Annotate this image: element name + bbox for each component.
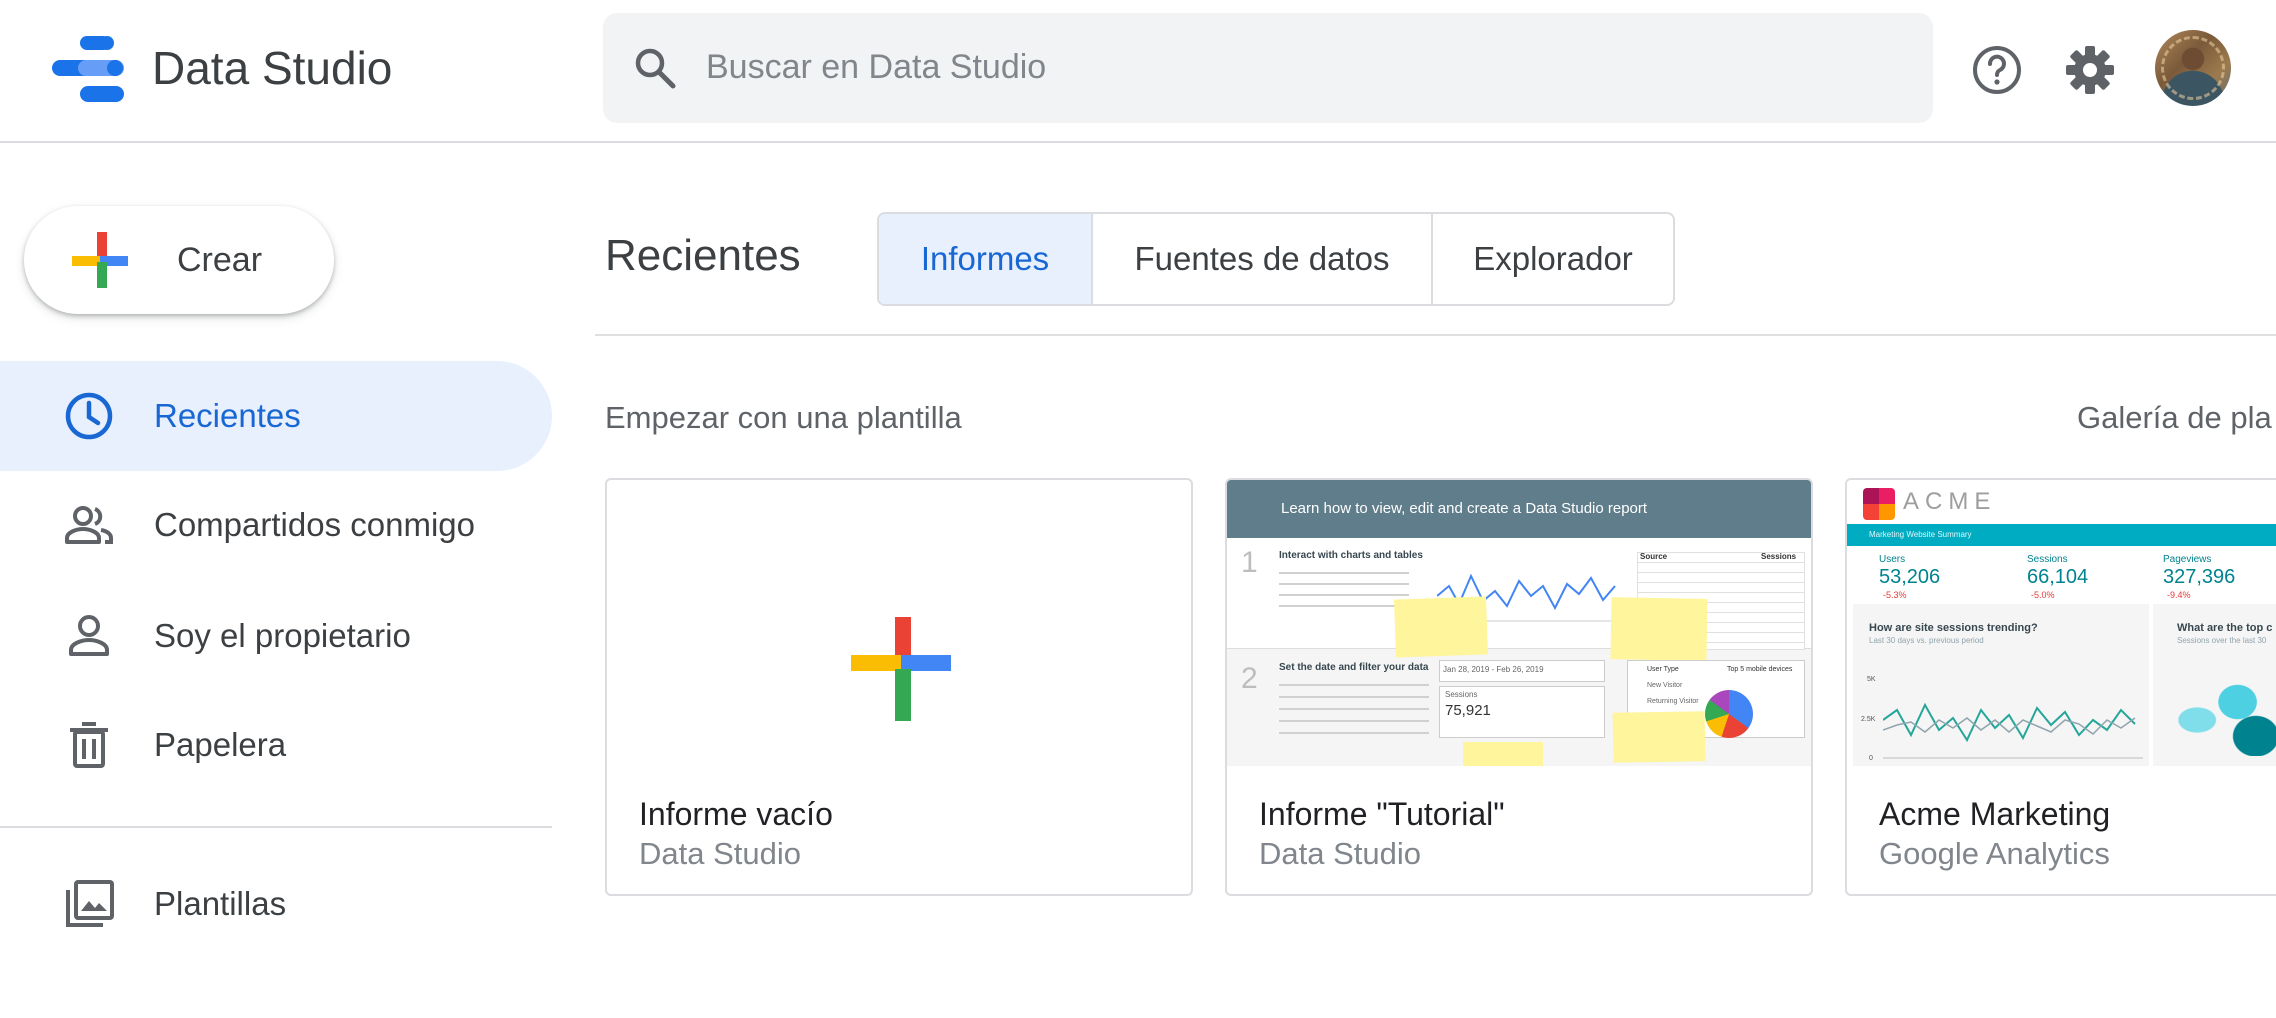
preview-table-header-source: Source [1640,552,1668,561]
card-subtitle: Data Studio [1259,836,1421,871]
preview-header-text: Learn how to view, edit and create a Dat… [1281,500,1648,517]
preview-filter-title: User Type [1647,666,1679,673]
acme-brand: ACME [1903,488,1997,515]
search-bar[interactable]: Buscar en Data Studio [603,13,1933,123]
preview-filter-option: New Visitor [1647,682,1683,689]
acme-question-sub: Last 30 days vs. previous period [1869,636,1984,645]
preview-table-header-sessions: Sessions [1761,552,1797,561]
y-tick-label: 0 [1869,755,1873,762]
preview-sticky-note [1394,596,1488,658]
sidebar-item-label: Compartidos conmigo [154,506,475,543]
metric-value: 66,104 [2027,566,2089,588]
settings-gear-icon[interactable] [2064,44,2116,96]
tab-explorador[interactable]: Explorador [1433,214,1673,304]
preview-filter-option: Returning Visitor [1647,698,1699,705]
create-button-label: Crear [177,241,263,279]
y-tick-label: 5K [1867,676,1876,683]
preview-text-lines [1279,568,1409,608]
card-subtitle: Google Analytics [1879,836,2110,871]
sidebar-item-papelera[interactable]: Papelera [0,690,552,800]
template-card-acme[interactable]: ACME Marketing Website Summary Users 53,… [1845,478,2276,896]
search-input[interactable]: Buscar en Data Studio [706,45,1046,89]
metric-value: 327,396 [2163,566,2236,588]
preview-step1-title: Interact with charts and tables [1279,550,1423,561]
template-card-blank[interactable]: Informe vacío Data Studio [605,478,1193,896]
clock-icon [65,392,113,440]
template-gallery-link[interactable]: Galería de pla [2077,396,2272,440]
help-icon[interactable] [1971,44,2023,96]
templates-icon [66,880,114,927]
tab-fuentes-de-datos[interactable]: Fuentes de datos [1093,214,1433,304]
preview-sticky-note [1610,597,1708,661]
people-icon [65,506,113,544]
avatar-image [2161,36,2225,100]
metric-label: Users [1879,554,1906,565]
preview-sticky-note [1612,711,1706,763]
metric-value: 53,206 [1879,566,1941,588]
plus-icon [851,617,951,721]
app-title: Data Studio [152,42,393,94]
preview-date-range-text: Jan 28, 2019 - Feb 26, 2019 [1443,665,1544,674]
preview-pie-chart [1705,690,1753,738]
card-thumbnail: Learn how to view, edit and create a Dat… [1227,480,1811,766]
templates-heading: Empezar con una plantilla [605,400,962,435]
sidebar-item-label: Plantillas [154,885,287,922]
card-title: Acme Marketing [1879,796,2111,832]
metric-delta: -9.4% [2167,590,2191,600]
preview-step-number: 2 [1241,662,1258,695]
search-icon[interactable] [633,46,677,90]
card-thumbnail: ACME Marketing Website Summary Users 53,… [1847,480,2276,766]
preview-step-number: 1 [1241,546,1258,579]
tab-informes[interactable]: Informes [879,214,1093,304]
acme-map [2177,666,2276,756]
sidebar-item-propietario[interactable]: Soy el propietario [0,581,552,691]
tab-group: Informes Fuentes de datos Explorador [877,212,1675,306]
acme-question: What are the top c [2177,622,2273,634]
card-thumbnail [607,480,1191,766]
preview-sticky-note [1463,742,1543,766]
create-button[interactable]: Crear [24,206,334,314]
y-tick-label: 2.5K [1861,716,1876,723]
data-studio-logo-icon[interactable] [52,36,124,102]
preview-sessions-value: 75,921 [1445,702,1491,719]
metric-delta: -5.0% [2031,590,2055,600]
template-card-tutorial[interactable]: Learn how to view, edit and create a Dat… [1225,478,1813,896]
person-icon [69,615,109,656]
metric-label: Pageviews [2163,554,2212,565]
sidebar-item-plantillas[interactable]: Plantillas [0,849,552,959]
preview-text-lines [1279,680,1429,742]
main-divider [595,334,2276,336]
sidebar-divider [0,826,552,828]
acme-question: How are site sessions trending? [1869,622,2038,634]
top-app-bar: Data Studio Buscar en Data Studio [0,0,2276,143]
metric-delta: -5.3% [1883,590,1907,600]
sidebar-item-label: Soy el propietario [154,617,411,654]
acme-question-sub: Sessions over the last 30 [2177,636,2267,645]
sidebar-item-label: Recientes [154,397,301,434]
preview-sessions-label: Sessions [1445,690,1478,699]
preview-step2-title: Set the date and filter your data [1279,662,1429,673]
plus-icon [72,232,128,288]
preview-pie-title: Top 5 mobile devices [1727,666,1793,673]
trash-icon [70,722,108,768]
card-title: Informe vacío [639,796,833,832]
sidebar-item-label: Papelera [154,726,287,763]
acme-banner-text: Marketing Website Summary [1869,530,1972,539]
sidebar-item-compartidos[interactable]: Compartidos conmigo [0,470,552,580]
card-subtitle: Data Studio [639,836,801,871]
metric-label: Sessions [2027,554,2068,565]
acme-logo-icon [1863,488,1895,520]
sidebar-item-recientes[interactable]: Recientes [0,361,552,471]
section-title: Recientes [605,231,801,280]
card-title: Informe "Tutorial" [1259,796,1505,832]
acme-line-chart [1883,702,2143,759]
user-avatar[interactable] [2155,30,2231,106]
